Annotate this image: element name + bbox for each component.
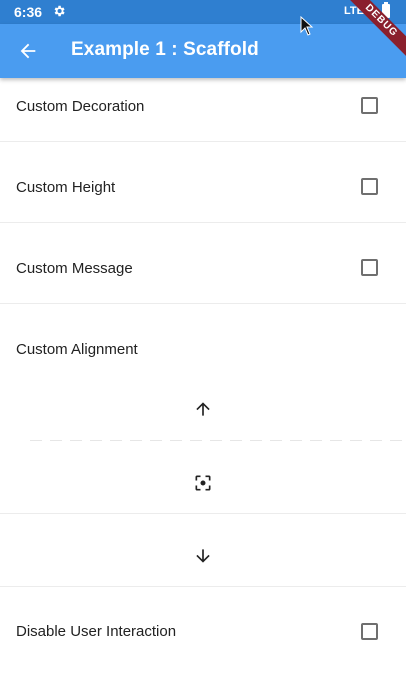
list-item-label: Custom Alignment bbox=[16, 341, 138, 358]
mouse-cursor-icon bbox=[300, 16, 314, 36]
page-title: Example 1 : Scaffold bbox=[71, 39, 259, 60]
app-bar: Example 1 : Scaffold bbox=[0, 24, 406, 78]
status-time: 6:36 bbox=[14, 4, 43, 20]
align-bottom-button[interactable] bbox=[183, 536, 223, 576]
list-item-label: Custom Message bbox=[16, 260, 133, 277]
status-bar: 6:36 LTE bbox=[0, 0, 406, 24]
custom-height-checkbox[interactable] bbox=[361, 178, 378, 195]
custom-decoration-checkbox[interactable] bbox=[361, 97, 378, 114]
list-item-custom-alignment: Custom Alignment bbox=[0, 304, 406, 360]
gear-icon bbox=[52, 4, 66, 18]
back-button[interactable] bbox=[8, 31, 48, 71]
list-item-label: Custom Decoration bbox=[16, 98, 145, 115]
list-item-disable-user-interaction[interactable]: Disable User Interaction bbox=[0, 587, 406, 676]
list-item-custom-decoration[interactable]: Custom Decoration bbox=[0, 78, 406, 141]
divider bbox=[0, 513, 406, 514]
disable-user-interaction-checkbox[interactable] bbox=[361, 623, 378, 640]
settings-list: Custom Decoration Custom Height Custom M… bbox=[0, 78, 406, 676]
list-item-label: Disable User Interaction bbox=[16, 623, 177, 640]
arrow-down-icon bbox=[196, 549, 210, 563]
arrow-up-icon bbox=[196, 402, 210, 416]
divider bbox=[30, 440, 406, 441]
arrow-back-icon bbox=[20, 43, 36, 59]
center-focus-icon bbox=[195, 475, 211, 491]
list-item-custom-message[interactable]: Custom Message bbox=[0, 223, 406, 303]
align-top-button[interactable] bbox=[183, 389, 223, 429]
custom-message-checkbox[interactable] bbox=[361, 259, 378, 276]
align-center-button[interactable] bbox=[183, 463, 223, 503]
list-item-label: Custom Height bbox=[16, 179, 116, 196]
list-item-custom-height[interactable]: Custom Height bbox=[0, 142, 406, 222]
